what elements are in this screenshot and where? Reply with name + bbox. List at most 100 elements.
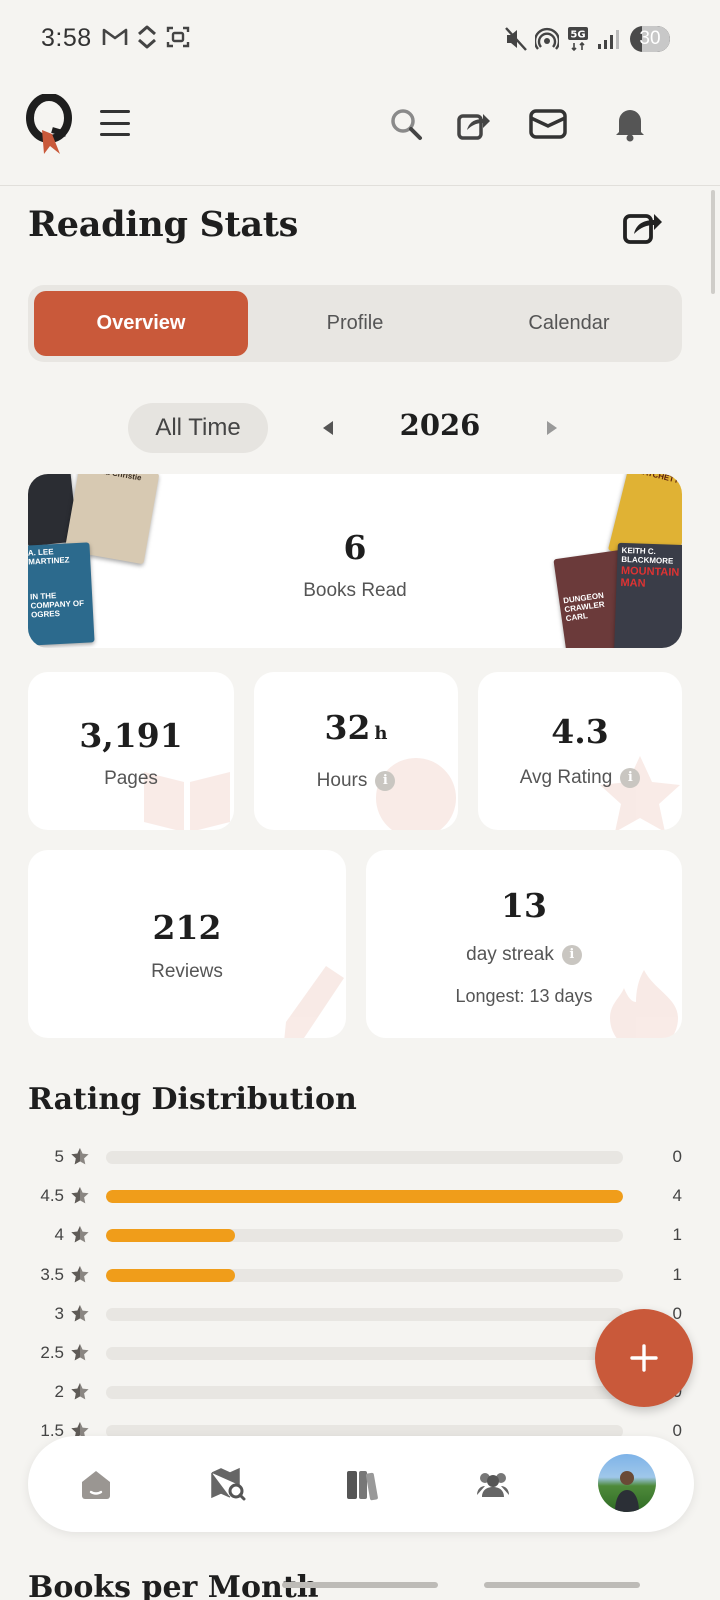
rating-count: 1 [672,1225,682,1245]
reviews-label: Reviews [151,961,223,982]
hours-value-group: 32 h [254,708,458,747]
info-icon[interactable]: i [375,770,396,791]
plus-icon [630,1344,658,1372]
user-photo-icon [615,1471,639,1512]
tab-overview[interactable]: Overview [34,291,248,356]
gmail-icon [102,28,128,45]
rating-count: 1 [672,1264,682,1284]
star-icon [71,1344,89,1361]
add-book-button[interactable] [595,1309,693,1407]
rating-row: 20 [28,1377,682,1407]
tab-calendar[interactable]: Calendar [462,291,676,356]
gesture-handle [484,1582,640,1588]
hours-card[interactable]: 32 h Hours i [254,672,458,830]
hours-label: Hours [316,770,368,791]
gesture-handle [282,1582,438,1588]
selected-year: 2026 [399,408,481,442]
rating-bar-track [106,1229,623,1243]
longest-streak: Longest: 13 days [455,986,593,1006]
battery-level: 30 [639,28,661,49]
rating-label: 4 [54,1225,64,1245]
rating-row: 2.50 [28,1338,682,1368]
rating-bar-track [106,1190,623,1204]
rating-bar [106,1268,236,1282]
pages-card[interactable]: 3,191 Pages [28,672,234,830]
mute-icon [505,27,527,51]
status-notification-icons [102,24,190,50]
avg-rating-label-group: Avg Rating i [478,767,682,789]
inbox-icon[interactable] [528,104,568,144]
previous-year-icon[interactable] [318,418,338,438]
star-icon [71,1187,89,1204]
search-icon[interactable] [386,104,426,144]
hours-label-group: Hours i [254,770,458,792]
rating-row: 41 [28,1220,682,1250]
star-icon [71,1304,89,1322]
info-icon[interactable]: i [561,944,582,965]
quill-logo[interactable] [26,94,76,154]
map-search-icon[interactable] [204,1460,252,1508]
reviews-value: 212 [152,908,222,947]
sync-icon [138,25,156,49]
star-icon [71,1383,89,1400]
star-icon [71,1265,89,1282]
pages-label: Pages [104,768,158,789]
library-icon[interactable] [337,1460,385,1508]
rating-label: 3 [54,1303,64,1323]
rating-count: 0 [672,1421,682,1441]
rating-bar-track [106,1151,623,1164]
avg-rating-card[interactable]: 4.3 Avg Rating i [478,672,682,830]
avg-rating-value: 4.3 [551,712,609,751]
rating-bar-track [106,1268,623,1282]
all-time-button[interactable]: All Time [128,403,268,453]
app-header [0,80,720,186]
rating-count: 4 [672,1186,682,1206]
info-icon[interactable]: i [620,767,641,788]
rating-label: 3.5 [40,1264,64,1284]
page-title: Reading Stats [28,204,298,245]
books-read-card[interactable]: Agatha Christie A. LEE MARTINEZIN THE CO… [28,474,682,648]
pages-value: 3,191 [79,716,183,755]
books-per-month-title: Books per Month [28,1570,319,1600]
rating-row: 3.5 1 [28,1260,682,1290]
profile-avatar[interactable] [598,1454,656,1512]
screenshot-icon [166,26,190,48]
rating-bar [106,1190,623,1204]
rating-label: 4.5 [40,1186,64,1206]
rating-bar-track [106,1386,623,1400]
signal-icon [598,30,619,49]
rating-row: 30 [28,1299,682,1329]
hotspot-icon [535,27,559,50]
rating-bar-track [106,1347,623,1360]
streak-value: 13 [501,886,547,925]
network-5g-icon: 5G [568,27,588,52]
bottom-navigation [28,1436,694,1532]
reviews-card[interactable]: 212 Reviews [28,850,346,1038]
stats-tabs: Overview Profile Calendar [28,285,682,362]
home-icon[interactable] [72,1460,120,1508]
share-icon[interactable] [454,104,494,144]
share-stats-icon[interactable] [622,206,662,246]
hours-value: 32 [324,708,371,747]
star-icon [71,1226,89,1243]
status-bar: 3:58 5G 30 [0,0,720,80]
rating-bar-track [106,1307,623,1321]
rating-label: 2 [54,1382,64,1402]
rating-label: 2.5 [40,1343,64,1362]
next-year-icon[interactable] [542,418,562,438]
rating-count: 0 [672,1147,682,1166]
rating-row: 50 [28,1142,682,1172]
scrollbar[interactable] [711,190,715,294]
star-icon [600,756,680,830]
menu-icon[interactable] [100,110,130,136]
streak-label-group: day streak i [366,944,682,966]
friends-icon[interactable] [469,1460,517,1508]
svg-text:5G: 5G [570,30,585,41]
avg-rating-label: Avg Rating [519,767,613,788]
streak-card[interactable]: 13 day streak i Longest: 13 days [366,850,682,1038]
tab-profile[interactable]: Profile [248,291,462,356]
star-icon [71,1148,89,1165]
rating-distribution-title: Rating Distribution [28,1082,357,1117]
status-time: 3:58 [41,24,92,52]
bell-icon[interactable] [610,104,650,144]
